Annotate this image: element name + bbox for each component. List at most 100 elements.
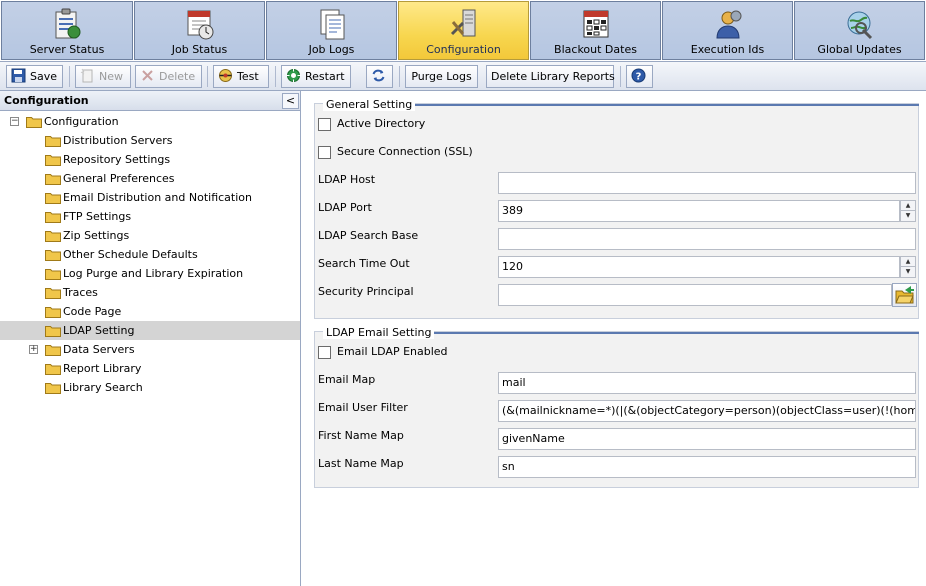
refresh-icon	[372, 69, 385, 82]
email-ldap-enabled-label: Email LDAP Enabled	[337, 345, 448, 358]
tab-blackout-dates[interactable]: Blackout Dates	[530, 1, 661, 60]
job-logs-icon	[320, 9, 344, 40]
tree-item-label: Configuration	[44, 115, 119, 128]
tree-item-label: Repository Settings	[63, 153, 171, 166]
folder-icon	[45, 155, 61, 166]
folder-icon	[45, 193, 61, 204]
tree-item-zip-settings[interactable]: Zip Settings	[0, 226, 300, 245]
ldap-port-spinner[interactable]: ▲ ▼	[900, 200, 916, 222]
active-directory-label: Active Directory	[337, 117, 426, 130]
test-button[interactable]: Test	[213, 65, 269, 88]
restart-button[interactable]: Restart	[281, 65, 351, 88]
tab-label: Execution Ids	[690, 43, 765, 56]
tree-item-label: Zip Settings	[63, 229, 130, 242]
tree-item-email-distribution[interactable]: Email Distribution and Notification	[0, 188, 300, 207]
toolbar-separator	[275, 66, 276, 87]
tree-item-library-search[interactable]: Library Search	[0, 378, 300, 397]
delete-label: Delete	[159, 70, 196, 83]
tree-item-data-servers[interactable]: + Data Servers	[0, 340, 300, 359]
active-directory-checkbox[interactable]	[318, 118, 331, 131]
tree-item-ldap-setting[interactable]: LDAP Setting	[0, 321, 300, 340]
spin-up-icon[interactable]: ▲	[901, 257, 915, 267]
last-name-map-label: Last Name Map	[318, 457, 404, 470]
first-name-map-label: First Name Map	[318, 429, 404, 442]
email-user-filter-input[interactable]: (&(mailnickname=*)(|(&(objectCategory=pe…	[498, 400, 916, 422]
tree-item-repository-settings[interactable]: Repository Settings	[0, 150, 300, 169]
ldap-host-label: LDAP Host	[318, 173, 376, 186]
secure-connection-checkbox[interactable]	[318, 146, 331, 159]
tab-global-updates[interactable]: Global Updates	[794, 1, 925, 60]
configuration-icon	[450, 9, 475, 37]
tab-job-logs[interactable]: Job Logs	[266, 1, 397, 60]
global-updates-icon	[847, 11, 872, 40]
tree-item-code-page[interactable]: Code Page	[0, 302, 300, 321]
tree-item-traces[interactable]: Traces	[0, 283, 300, 302]
delete-library-reports-button[interactable]: Delete Library Reports	[486, 65, 615, 88]
spin-down-icon[interactable]: ▼	[901, 211, 915, 221]
delete-library-reports-label: Delete Library Reports	[491, 70, 615, 83]
tab-job-status[interactable]: Job Status	[134, 1, 265, 60]
tab-server-status[interactable]: Server Status	[1, 1, 133, 60]
section-legend: General Setting	[323, 98, 416, 111]
tab-configuration[interactable]: Configuration	[398, 1, 529, 60]
refresh-button[interactable]	[366, 65, 393, 88]
email-map-input[interactable]: mail	[498, 372, 916, 394]
tree-item-label: Log Purge and Library Expiration	[63, 267, 244, 280]
main-tab-strip: Server Status Job Status Job Logs Config…	[0, 0, 926, 61]
tree-item-distribution-servers[interactable]: Distribution Servers	[0, 131, 300, 150]
section-legend: LDAP Email Setting	[323, 326, 435, 339]
configuration-tree-panel: Configuration < − Configuration Distribu…	[0, 91, 301, 586]
tree-item-log-purge[interactable]: Log Purge and Library Expiration	[0, 264, 300, 283]
folder-icon	[45, 174, 61, 185]
ldap-settings-panel: General Setting Active Directory Secure …	[302, 91, 926, 586]
last-name-map-input[interactable]: sn	[498, 456, 916, 478]
tab-execution-ids[interactable]: Execution Ids	[662, 1, 793, 60]
new-button[interactable]: New	[75, 65, 131, 88]
collapse-panel-button[interactable]: <	[282, 93, 299, 109]
toolbar-separator	[399, 66, 400, 87]
email-ldap-enabled-checkbox[interactable]	[318, 346, 331, 359]
spin-up-icon[interactable]: ▲	[901, 201, 915, 211]
help-button[interactable]: ?	[626, 65, 653, 88]
folder-open-icon	[26, 117, 42, 128]
tree-item-label: FTP Settings	[63, 210, 132, 223]
tree-item-label: Traces	[63, 286, 98, 299]
security-principal-browse-button[interactable]	[892, 283, 917, 307]
section-divider	[404, 104, 919, 106]
folder-icon	[45, 307, 61, 318]
ldap-search-base-label: LDAP Search Base	[318, 229, 419, 242]
first-name-map-input[interactable]: givenName	[498, 428, 916, 450]
spin-down-icon[interactable]: ▼	[901, 267, 915, 277]
toolbar-separator	[620, 66, 621, 87]
server-status-icon	[55, 8, 81, 39]
search-time-out-spinner[interactable]: ▲ ▼	[900, 256, 916, 278]
expand-toggle-icon[interactable]: +	[29, 345, 38, 354]
security-principal-input[interactable]	[498, 284, 892, 306]
folder-icon	[45, 345, 61, 356]
delete-x-icon	[142, 70, 153, 81]
collapse-toggle-icon[interactable]: −	[10, 117, 19, 126]
tab-label: Blackout Dates	[554, 43, 637, 56]
panel-header: Configuration <	[0, 91, 300, 111]
toolbar-separator	[69, 66, 70, 87]
execution-ids-icon	[715, 10, 741, 39]
ldap-search-base-input[interactable]	[498, 228, 916, 250]
general-setting-section: General Setting Active Directory Secure …	[314, 98, 919, 319]
folder-icon	[45, 269, 61, 280]
tree-item-general-preferences[interactable]: General Preferences	[0, 169, 300, 188]
delete-button[interactable]: Delete	[135, 65, 202, 88]
tree-item-other-schedule-defaults[interactable]: Other Schedule Defaults	[0, 245, 300, 264]
ldap-email-setting-section: LDAP Email Setting Email LDAP Enabled Em…	[314, 326, 919, 488]
tree-item-ftp-settings[interactable]: FTP Settings	[0, 207, 300, 226]
tree-item-label: Code Page	[63, 305, 122, 318]
svg-text:?: ?	[636, 72, 642, 83]
tree-root[interactable]: − Configuration	[0, 112, 300, 131]
tree-item-report-library[interactable]: Report Library	[0, 359, 300, 378]
ldap-port-input[interactable]: 389	[498, 200, 900, 222]
search-time-out-input[interactable]: 120	[498, 256, 900, 278]
toolbar: Save New Delete Test Restart Purge Logs …	[0, 61, 926, 91]
help-icon: ?	[631, 68, 646, 83]
purge-logs-button[interactable]: Purge Logs	[405, 65, 478, 88]
ldap-host-input[interactable]	[498, 172, 916, 194]
save-button[interactable]: Save	[6, 65, 63, 88]
